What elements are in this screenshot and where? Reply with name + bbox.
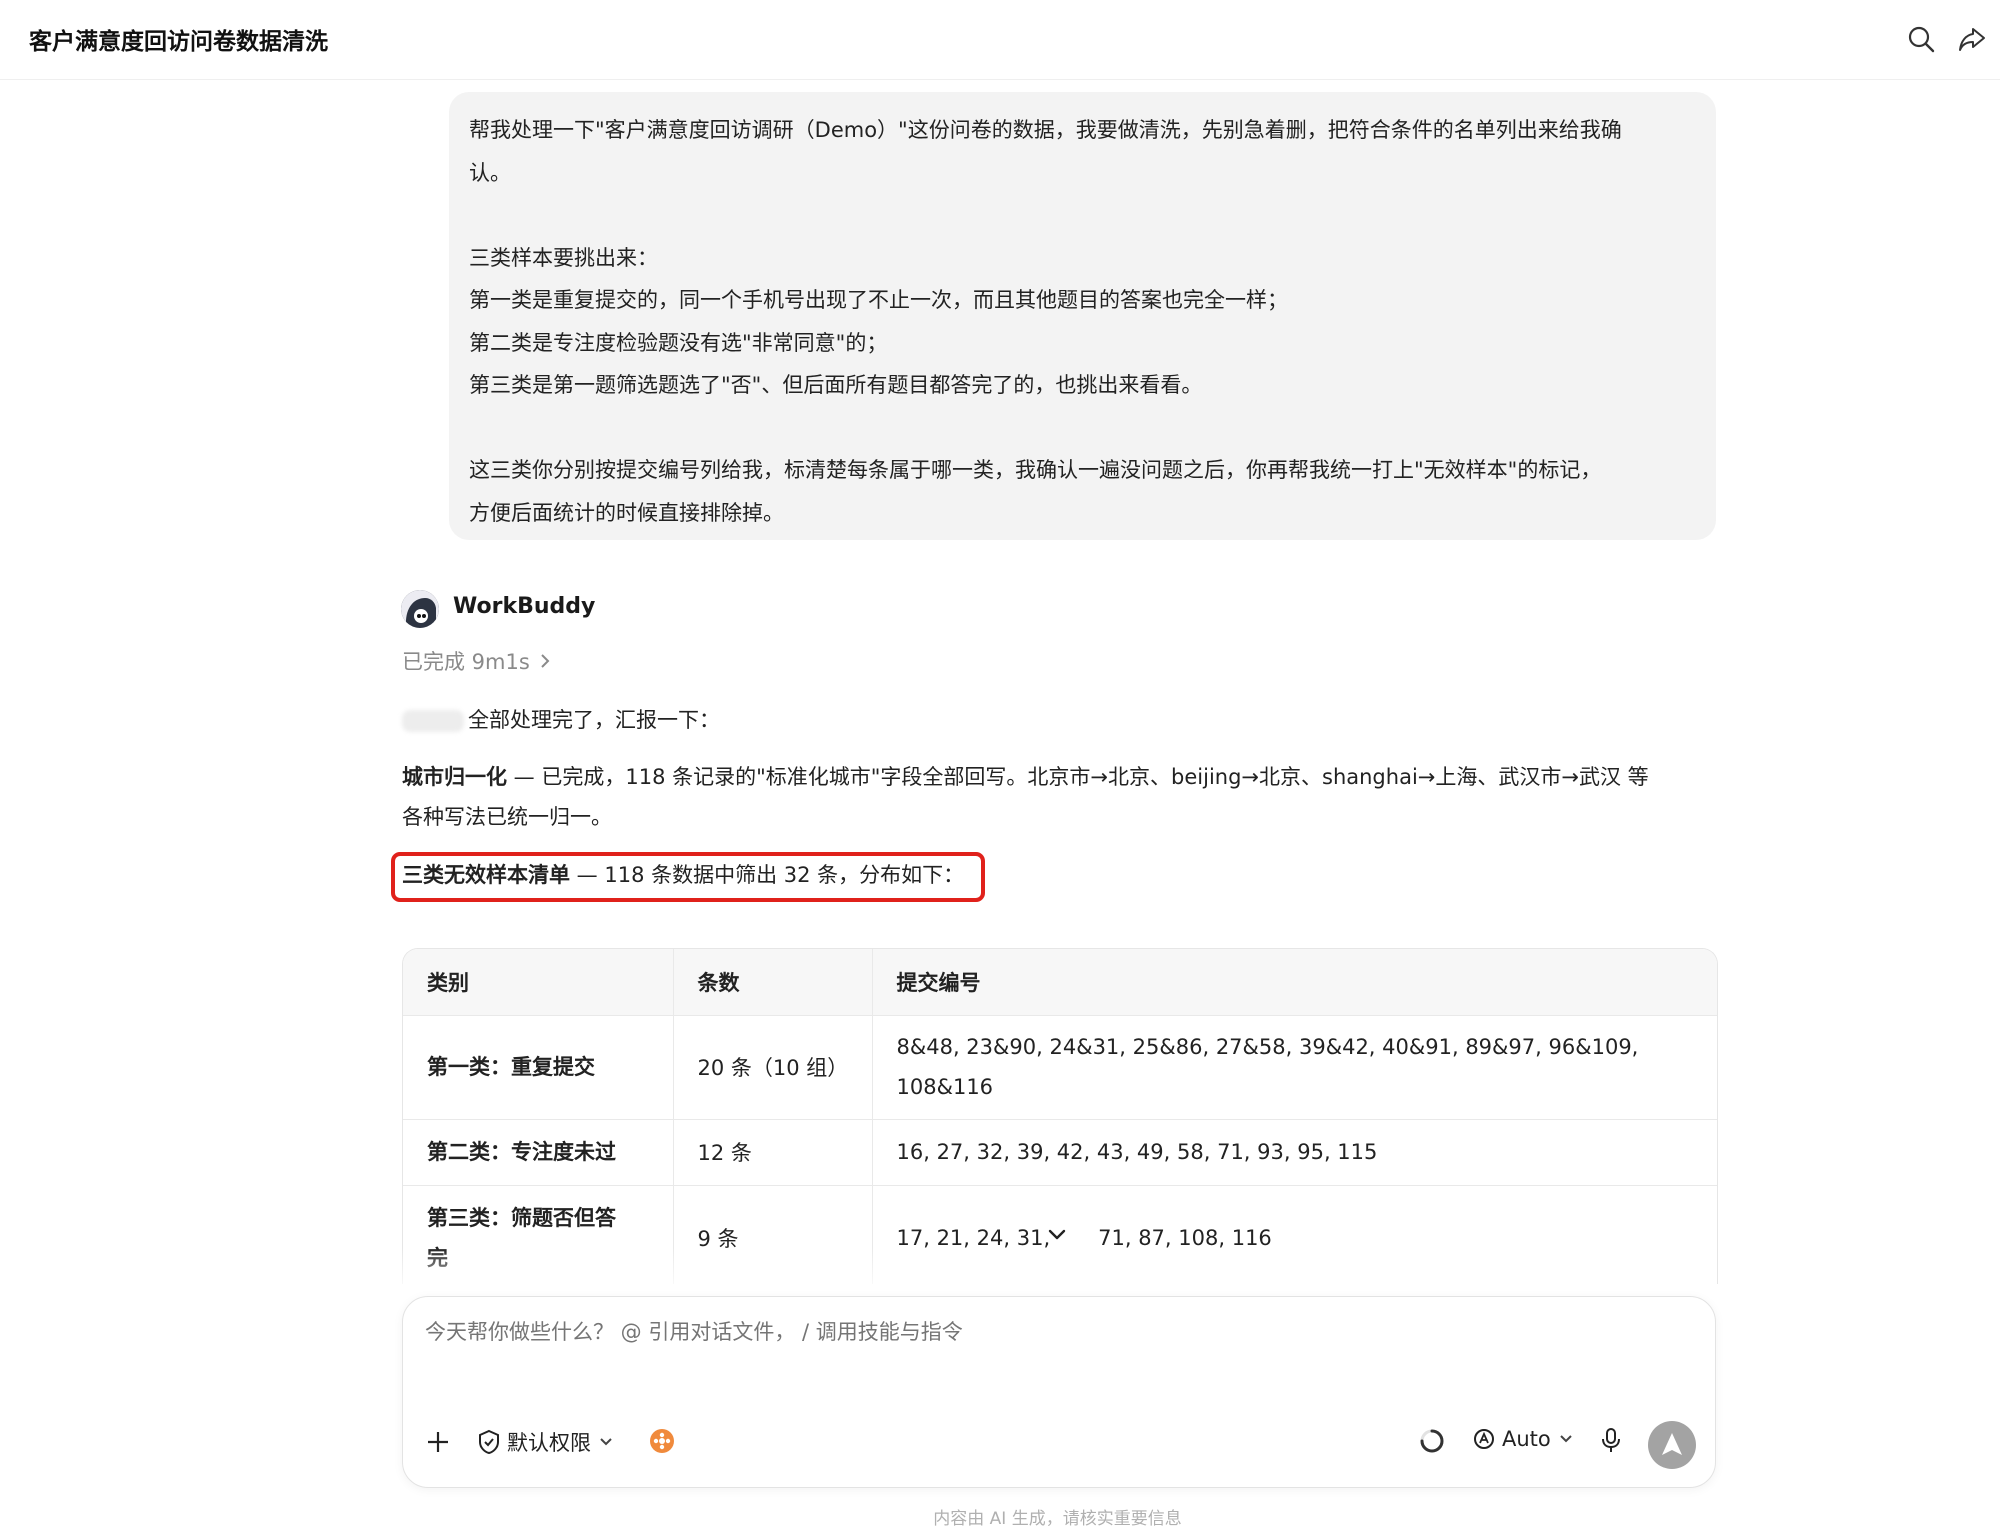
message-line: 第一类是重复提交的，同一个手机号出现了不止一次，而且其他题目的答案也完全一样； (469, 288, 1288, 312)
status-text: 已完成 9m1s (402, 650, 530, 674)
redacted-name (402, 710, 464, 732)
avatar (401, 590, 439, 628)
shield-check-icon (479, 1429, 499, 1455)
composer: 默认权限 Auto (402, 1296, 1716, 1488)
message-line: 方便后面统计的时候直接排除掉。 (469, 500, 784, 525)
add-button[interactable] (425, 1429, 451, 1455)
ids-part: 17, 21, 24, 31, (896, 1225, 1051, 1250)
search-icon[interactable] (1906, 24, 1936, 54)
ids-line: 8&48, 23&90, 24&31, 25&86, 27&58, 39&42,… (896, 1035, 1639, 1059)
microphone-icon (1602, 1428, 1620, 1452)
completion-status[interactable]: 已完成 9m1s (402, 646, 550, 676)
send-arrow-icon (1662, 1433, 1682, 1455)
user-message-bubble: 帮我处理一下"客户满意度回访调研（Demo）"这份问卷的数据，我要做清洗，先别急… (449, 92, 1716, 540)
assistant-name: WorkBuddy (453, 594, 596, 619)
flower-icon (650, 1429, 674, 1453)
category-cell: 第二类：专注度未过 (403, 1119, 673, 1186)
message-line: 三类样本要挑出来： (469, 245, 658, 270)
table-fade (402, 1248, 1716, 1298)
permission-selector[interactable]: 默认权限 (477, 1427, 613, 1457)
ids-cell: 8&48, 23&90, 24&31, 25&86, 27&58, 39&42,… (871, 1015, 1717, 1120)
model-selector[interactable]: Auto (1472, 1427, 1573, 1451)
model-label: Auto (1502, 1427, 1551, 1451)
skill-badge-button[interactable] (649, 1428, 675, 1454)
message-line: 这三类你分别按提交编号列给我，标清楚每条属于哪一类，我确认一遍没问题之后，你再帮… (469, 458, 1602, 482)
top-bar: 客户满意度回访问卷数据清洗 (0, 0, 2000, 80)
category-cell: 第一类：重复提交 (403, 1015, 673, 1120)
message-line: 帮我处理一下"客户满意度回访调研（Demo）"这份问卷的数据，我要做清洗，先别急… (469, 118, 1622, 142)
permission-label: 默认权限 (507, 1431, 591, 1455)
loading-spinner-icon (1418, 1427, 1446, 1455)
share-icon[interactable] (1957, 24, 1987, 54)
message-line: 认。 (469, 160, 511, 185)
city-text-line2: 各种写法已统一归一。 (402, 805, 612, 829)
table-row: 第二类：专注度未过 12 条 16, 27, 32, 39, 42, 43, 4… (403, 1119, 1717, 1186)
category-line: 第三类：筛题否但答 (427, 1205, 616, 1230)
message-input[interactable] (423, 1319, 1627, 1345)
send-button[interactable] (1648, 1421, 1696, 1469)
auto-model-icon (1474, 1429, 1494, 1449)
ids-line: 108&116 (896, 1075, 994, 1099)
chevron-right-icon (540, 650, 550, 674)
chevron-down-icon (600, 1438, 612, 1446)
column-header: 类别 (403, 949, 673, 1016)
microphone-button[interactable] (1600, 1426, 1622, 1454)
count-cell: 20 条（10 组） (672, 1015, 872, 1120)
message-blank-line (469, 407, 1696, 450)
intro-text: 全部处理完了，汇报一下： (468, 708, 720, 732)
message-line: 第三类是第一题筛选题选了"否"、但后面所有题目都答完了的，也挑出来看看。 (469, 373, 1203, 397)
chevron-down-icon (1560, 1435, 1572, 1443)
ai-disclaimer: 内容由 AI 生成，请核实重要信息 (933, 1509, 1182, 1529)
assistant-intro: 全部处理完了，汇报一下： (402, 700, 720, 740)
message-line: 第二类是专注度检验题没有选"非常同意"的； (469, 330, 888, 355)
table-row: 第一类：重复提交 20 条（10 组） 8&48, 23&90, 24&31, … (403, 1015, 1717, 1120)
city-text: — 已完成，118 条记录的"标准化城市"字段全部回写。北京市→北京、beiji… (507, 765, 1649, 789)
highlight-annotation (391, 852, 985, 902)
table-header-row: 类别 条数 提交编号 (403, 949, 1717, 1016)
column-header: 条数 (672, 949, 872, 1016)
scroll-down-icon[interactable] (1042, 1220, 1072, 1250)
city-title: 城市归一化 (402, 765, 507, 789)
column-header: 提交编号 (871, 949, 1717, 1016)
ids-cell: 16, 27, 32, 39, 42, 43, 49, 58, 71, 93, … (871, 1119, 1717, 1186)
plus-icon (428, 1432, 448, 1452)
message-blank-line (469, 194, 1696, 237)
ids-part: 71, 87, 108, 116 (1098, 1225, 1272, 1250)
city-normalization-paragraph: 城市归一化 — 已完成，118 条记录的"标准化城市"字段全部回写。北京市→北京… (402, 757, 1722, 837)
page-title: 客户满意度回访问卷数据清洗 (29, 29, 328, 55)
count-cell: 12 条 (672, 1119, 872, 1186)
